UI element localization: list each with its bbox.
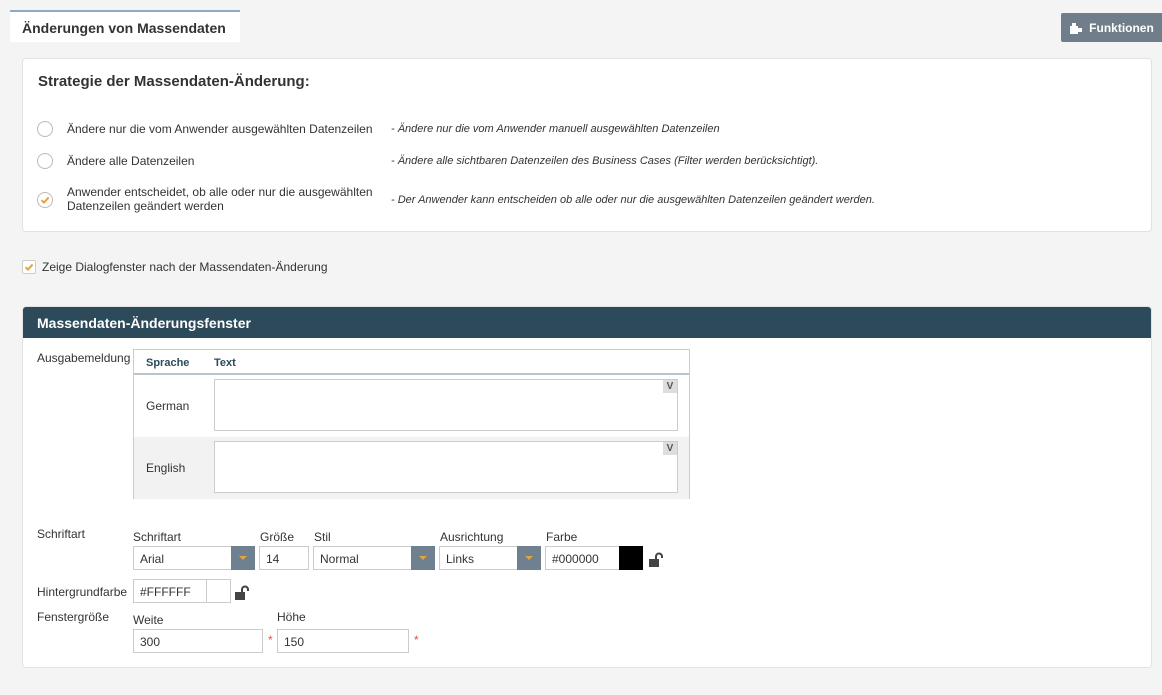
- font-color-value: #000000: [552, 552, 599, 566]
- strategy-option-selected-rows[interactable]: Ändere nur die vom Anwender ausgewählten…: [37, 121, 720, 137]
- radio-description: - Der Anwender kann entscheiden ob alle …: [391, 194, 875, 206]
- chevron-down-icon[interactable]: [231, 546, 255, 570]
- tab-mass-data-changes[interactable]: Änderungen von Massendaten: [10, 10, 240, 42]
- check-icon: [40, 196, 50, 205]
- alignment-label: Ausrichtung: [440, 530, 504, 544]
- alignment-select[interactable]: Links: [439, 546, 541, 570]
- required-marker: *: [414, 633, 419, 647]
- color-label: Farbe: [546, 530, 578, 544]
- grid-col-language: Sprache: [146, 357, 190, 369]
- grid-row-english: English V: [134, 437, 689, 499]
- grid-row-german: German V: [134, 375, 689, 437]
- puzzle-icon: [1070, 22, 1083, 34]
- radio-description: - Ändere nur die vom Anwender manuell au…: [391, 123, 720, 135]
- width-label: Weite: [133, 613, 164, 627]
- radio-label: Anwender entscheidet, ob alle oder nur d…: [67, 185, 373, 213]
- unlock-icon[interactable]: [234, 585, 250, 601]
- background-color-swatch[interactable]: [206, 579, 231, 603]
- unlock-icon[interactable]: [648, 552, 664, 568]
- font-color-input[interactable]: #000000: [545, 546, 621, 570]
- font-style-value: Normal: [320, 552, 359, 566]
- radio-description: - Ändere alle sichtbaren Datenzeilen des…: [391, 155, 819, 167]
- text-input-german[interactable]: V: [214, 379, 678, 431]
- grid-col-text: Text: [214, 357, 236, 369]
- window-size-label: Fenstergröße: [37, 610, 110, 624]
- check-icon: [24, 263, 34, 272]
- grid-language: German: [146, 399, 190, 413]
- font-size-value: 14: [266, 552, 280, 566]
- height-label: Höhe: [277, 610, 306, 624]
- font-color-swatch[interactable]: [619, 546, 643, 570]
- font-family-value: Arial: [140, 552, 165, 566]
- width-input[interactable]: 300: [133, 629, 263, 653]
- height-input[interactable]: 150: [277, 629, 409, 653]
- alignment-value: Links: [446, 552, 475, 566]
- font-row-label: Schriftart: [37, 527, 86, 541]
- tab-bar: Änderungen von Massendaten Funktionen: [0, 0, 1162, 42]
- font-size-label: Größe: [260, 530, 295, 544]
- radio-all-rows[interactable]: [37, 153, 53, 169]
- background-color-value: #FFFFFF: [140, 585, 191, 599]
- background-color-label: Hintergrundfarbe: [37, 585, 128, 599]
- functions-button-label: Funktionen: [1089, 20, 1154, 35]
- height-value: 150: [284, 635, 305, 649]
- functions-button[interactable]: Funktionen: [1061, 13, 1162, 42]
- output-message-label: Ausgabemeldung: [37, 351, 131, 365]
- radio-label: Ändere nur die vom Anwender ausgewählten…: [67, 122, 373, 136]
- font-family-select[interactable]: Arial: [133, 546, 255, 570]
- show-dialog-checkbox[interactable]: [22, 260, 36, 274]
- strategy-title: Strategie der Massendaten-Änderung:: [38, 73, 310, 90]
- variable-button[interactable]: V: [663, 380, 677, 393]
- variable-button[interactable]: V: [663, 442, 677, 455]
- show-dialog-row[interactable]: Zeige Dialogfenster nach der Massendaten…: [22, 260, 328, 274]
- font-size-input[interactable]: 14: [259, 546, 309, 570]
- radio-label: Ändere alle Datenzeilen: [67, 154, 195, 168]
- content-area: Strategie der Massendaten-Änderung: Ände…: [10, 42, 1162, 695]
- strategy-panel: Strategie der Massendaten-Änderung: Ände…: [22, 58, 1152, 232]
- text-input-english[interactable]: V: [214, 441, 678, 493]
- window-section-title: Massendaten-Änderungsfenster: [23, 307, 1151, 338]
- radio-user-decides[interactable]: [37, 192, 53, 208]
- grid-language: English: [146, 461, 186, 475]
- font-style-select[interactable]: Normal: [313, 546, 435, 570]
- background-color-input[interactable]: #FFFFFF: [133, 579, 207, 603]
- radio-selected-rows[interactable]: [37, 121, 53, 137]
- font-style-label: Stil: [314, 530, 331, 544]
- output-message-grid: Sprache Text German V English V: [133, 349, 690, 499]
- chevron-down-icon[interactable]: [411, 546, 435, 570]
- required-marker: *: [268, 633, 273, 647]
- show-dialog-label: Zeige Dialogfenster nach der Massendaten…: [42, 260, 328, 274]
- font-family-label: Schriftart: [133, 530, 182, 544]
- strategy-option-all-rows[interactable]: Ändere alle Datenzeilen - Ändere alle si…: [37, 153, 818, 169]
- chevron-down-icon[interactable]: [517, 546, 541, 570]
- width-value: 300: [140, 635, 161, 649]
- grid-header: Sprache Text: [134, 350, 689, 375]
- strategy-option-user-decides[interactable]: Anwender entscheidet, ob alle oder nur d…: [37, 185, 875, 213]
- mass-change-window-panel: Massendaten-Änderungsfenster Ausgabemeld…: [22, 306, 1152, 668]
